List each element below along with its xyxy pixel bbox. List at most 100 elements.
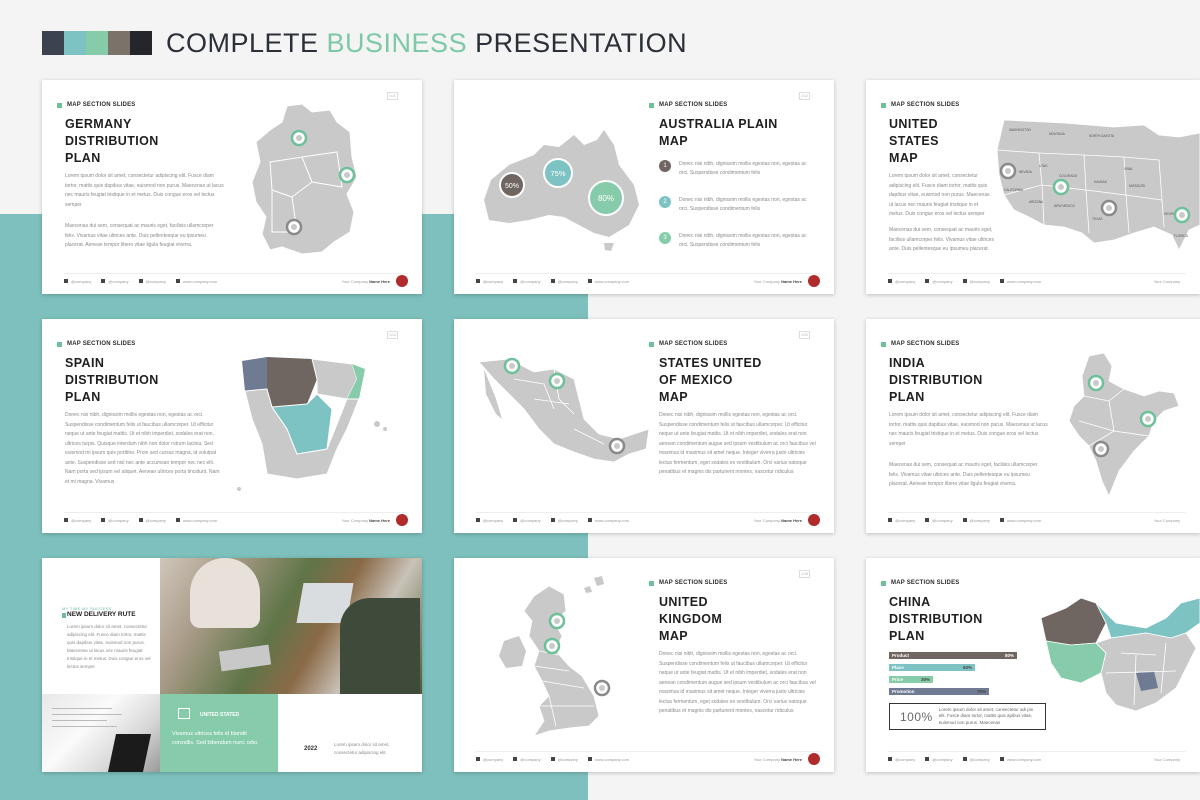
state-label: WASHINGTON — [1009, 128, 1031, 132]
swatch-5 — [130, 31, 152, 55]
web-icon[interactable]: www.company.com — [999, 518, 1041, 523]
web-icon[interactable]: www.company.com — [999, 757, 1041, 762]
linkedin-icon[interactable]: @company — [550, 518, 578, 523]
slide-australia[interactable]: MAP SECTION SLIDES AUSTRALIA PLAIN MAP 1… — [454, 80, 834, 294]
facebook-icon[interactable]: @company — [101, 518, 129, 523]
slide-footer: @company @company @company www.company.c… — [888, 276, 1186, 286]
bubble-80-label: 80% — [598, 194, 614, 203]
section-tag-label: MAP SECTION SLIDES — [659, 102, 728, 108]
linkedin-icon[interactable]: @company — [962, 279, 990, 284]
map-pin-green-2[interactable] — [1173, 206, 1191, 224]
map-pin-green-2[interactable] — [548, 372, 566, 390]
bar-row-price: Price 30% — [889, 675, 1017, 683]
map-pin-green-2[interactable] — [1139, 410, 1157, 428]
linkedin-icon[interactable]: @company — [550, 278, 578, 284]
company-logo-icon — [808, 514, 820, 526]
twitter-icon[interactable]: @company — [476, 279, 503, 284]
list-item: 3 Donec nisi nibh, dignissim mollis eges… — [659, 232, 809, 250]
facebook-icon[interactable]: @company — [513, 279, 541, 284]
web-icon[interactable]: www.company.com — [587, 518, 629, 523]
page-number: 104 — [387, 331, 398, 339]
facebook-icon[interactable]: @company — [925, 518, 953, 523]
bubble-80[interactable]: 80% — [588, 180, 624, 216]
linkedin-icon[interactable]: @company — [962, 756, 990, 762]
usa-map: WASHINGTON MONTANA NORTH DAKOTA CALIFORN… — [996, 119, 1200, 251]
map-pin-gray[interactable] — [1092, 440, 1110, 458]
map-pin-green-1[interactable] — [1052, 178, 1070, 196]
social-handle: @company — [557, 278, 578, 284]
map-pin-green-1[interactable] — [548, 612, 566, 630]
section-tag-label: MAP SECTION SLIDES — [659, 580, 728, 586]
linkedin-icon[interactable]: @company — [962, 517, 990, 523]
map-pin-green-1[interactable] — [1087, 374, 1105, 392]
stat-value: 100% — [900, 709, 933, 724]
company-label: Your Company Name Here — [753, 278, 802, 284]
bubble-50[interactable]: 50% — [499, 172, 525, 198]
slide-footer: @company @company @company www.company.c… — [476, 514, 820, 526]
bar-list: Product 80% Place 60% Price 30% Promotion 70… — [889, 651, 1017, 699]
body-text: Lorem ipsum dolor sit amet, consectetur … — [889, 412, 1048, 447]
facebook-icon[interactable]: @company — [513, 518, 541, 523]
page-number: 108 — [799, 570, 810, 578]
linkedin-icon[interactable]: @company — [138, 518, 166, 523]
social-handle: www.company.com — [594, 756, 630, 762]
map-pin-green-1[interactable] — [290, 129, 308, 147]
slide-china[interactable]: MAP SECTION SLIDES CHINA DISTRIBUTION PL… — [866, 558, 1200, 772]
section-tag: MAP SECTION SLIDES — [57, 102, 136, 108]
slide-uk[interactable]: MAP SECTION SLIDES UNITED KINGDOM MAP Do… — [454, 558, 834, 772]
facebook-icon[interactable]: @company — [925, 757, 953, 762]
twitter-icon[interactable]: @company — [888, 518, 915, 523]
facebook-icon[interactable]: @company — [513, 757, 541, 762]
social-handle: @company — [483, 278, 504, 284]
web-icon[interactable]: www.company.com — [175, 518, 217, 523]
title-accent: BUSINESS — [326, 27, 468, 58]
twitter-icon[interactable]: @company — [476, 518, 503, 523]
map-pin-gray[interactable] — [285, 218, 303, 236]
twitter-icon[interactable]: @company — [888, 757, 915, 762]
twitter-icon[interactable]: @company — [888, 279, 915, 284]
map-pin-gray[interactable] — [593, 679, 611, 697]
slide-heading: UNITED STATES MAP — [889, 117, 939, 165]
company-label: Your Company — [1153, 278, 1180, 284]
bubble-75[interactable]: 75% — [543, 158, 573, 188]
web-icon[interactable]: www.company.com — [999, 279, 1041, 284]
state-label: TEXAS — [1092, 217, 1102, 221]
slide-delivery-route[interactable]: MY TIME MY SUCCESS NEW DELIVERY RUTE Lor… — [42, 558, 422, 772]
company-logo-icon — [808, 753, 820, 765]
section-tag: MAP SECTION SLIDES — [881, 580, 960, 586]
slide-spain[interactable]: MAP SECTION SLIDES SPAIN DISTRIBUTION PL… — [42, 319, 422, 533]
slide-mexico[interactable]: MAP SECTION SLIDES STATES UNITED OF MEXI… — [454, 319, 834, 533]
map-pin-gray-1[interactable] — [999, 162, 1017, 180]
map-pin-gray-2[interactable] — [1100, 199, 1118, 217]
linkedin-icon[interactable]: @company — [138, 279, 166, 284]
bar-label: Promotion — [892, 688, 915, 694]
state-label: NORTH DAKOTA — [1089, 134, 1115, 138]
swatch-3 — [86, 31, 108, 55]
slide-germany[interactable]: MAP SECTION SLIDES GERMANY DISTRIBUTION … — [42, 80, 422, 294]
web-icon[interactable]: www.company.com — [175, 279, 217, 284]
body-text: Lorem ipsum dolor sit amet, consectetur … — [65, 173, 224, 208]
linkedin-icon[interactable]: @company — [550, 757, 578, 762]
twitter-icon[interactable]: @company — [64, 518, 91, 523]
map-pin-green-1[interactable] — [503, 357, 521, 375]
twitter-icon[interactable]: @company — [476, 757, 503, 762]
facebook-icon[interactable]: @company — [101, 279, 129, 284]
map-pin-gray[interactable] — [608, 437, 626, 455]
slide-usa[interactable]: MAP SECTION SLIDES UNITED STATES MAP Lor… — [866, 80, 1200, 294]
facebook-icon[interactable]: @company — [925, 279, 953, 284]
list-item: 2 Donec nisi nibh, dignissim mollis eges… — [659, 196, 809, 214]
social-handle: @company — [969, 756, 990, 762]
twitter-icon[interactable]: @company — [64, 279, 91, 284]
body-text: Lorem ipsum dolor sit amet, consectetur … — [67, 624, 151, 669]
web-icon[interactable]: www.company.com — [587, 279, 629, 284]
map-pin-green-2[interactable] — [543, 637, 561, 655]
social-handle: @company — [71, 278, 92, 284]
map-pin-green-2[interactable] — [338, 166, 356, 184]
list-number: 1 — [659, 160, 671, 172]
section-tag: MAP SECTION SLIDES — [649, 102, 728, 108]
social-handle: @company — [969, 517, 990, 523]
slide-india[interactable]: MAP SECTION SLIDES INDIA DISTRIBUTION PL… — [866, 319, 1200, 533]
web-icon[interactable]: www.company.com — [587, 756, 630, 762]
company-logo-icon — [396, 275, 408, 287]
state-label: NEW MEXICO — [1054, 204, 1075, 208]
